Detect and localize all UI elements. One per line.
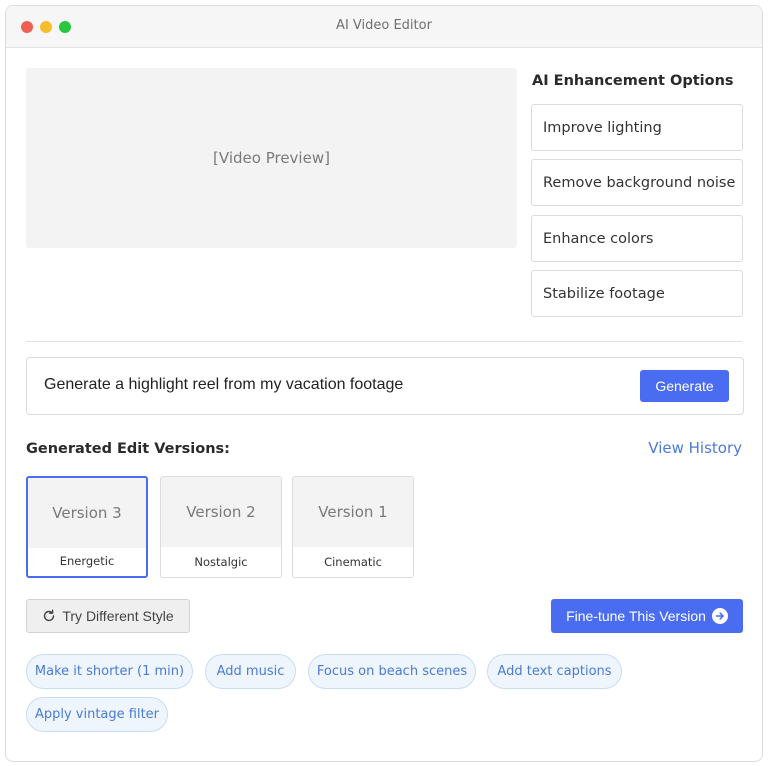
version-card-1[interactable]: Version 1 Cinematic [292,476,414,578]
version-thumbnail: Version 2 [161,477,281,547]
title-bar: AI Video Editor [6,6,762,48]
fine-tune-label: Fine-tune This Version [566,608,706,624]
version-thumbnail: Version 1 [293,477,413,547]
refresh-icon [42,609,56,623]
version-card-2[interactable]: Version 2 Nostalgic [160,476,282,578]
option-enhance-colors[interactable]: Enhance colors [531,215,743,262]
ai-options-heading: AI Enhancement Options [532,73,734,89]
suggestion-chip-shorter[interactable]: Make it shorter (1 min) [26,654,193,689]
option-stabilize-footage[interactable]: Stabilize footage [531,270,743,317]
suggestion-chip-vintage-filter[interactable]: Apply vintage filter [26,697,168,732]
suggestion-chip-beach-scenes[interactable]: Focus on beach scenes [308,654,476,689]
try-different-style-label: Try Different Style [62,608,174,624]
version-style-label: Nostalgic [194,555,248,569]
video-placeholder-text: [Video Preview] [213,149,330,167]
version-style-label: Cinematic [324,555,382,569]
window-title: AI Video Editor [336,18,432,33]
suggestion-chip-add-music[interactable]: Add music [205,654,296,689]
version-thumbnail: Version 3 [28,478,146,548]
video-preview[interactable]: [Video Preview] [26,68,517,248]
section-divider [26,341,742,342]
option-remove-background-noise[interactable]: Remove background noise [531,159,743,206]
generate-button[interactable]: Generate [640,370,729,402]
fine-tune-button[interactable]: Fine-tune This Version [551,599,743,633]
suggestion-chip-text-captions[interactable]: Add text captions [487,654,622,689]
try-different-style-button[interactable]: Try Different Style [26,599,190,633]
versions-heading: Generated Edit Versions: [26,441,230,457]
prompt-box: Generate a highlight reel from my vacati… [26,357,744,415]
version-card-3[interactable]: Version 3 Energetic [26,476,148,578]
version-style-label: Energetic [59,554,115,568]
option-improve-lighting[interactable]: Improve lighting [531,104,743,151]
prompt-input[interactable]: Generate a highlight reel from my vacati… [44,376,403,394]
view-history-link[interactable]: View History [648,439,742,457]
app-window: AI Video Editor [Video Preview] AI Enhan… [5,5,763,762]
arrow-right-circle-icon [711,608,728,624]
